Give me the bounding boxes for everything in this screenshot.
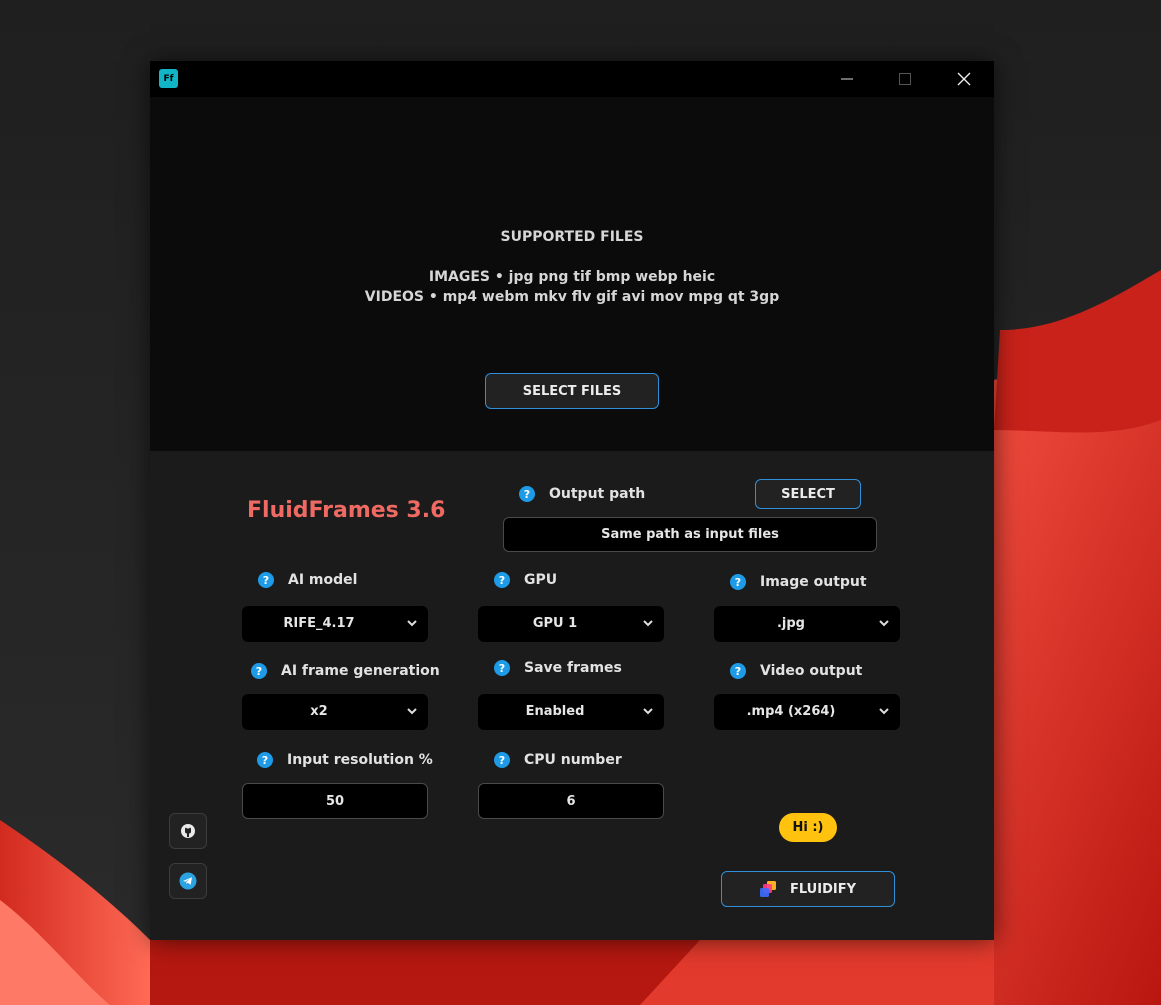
output-path-select-button[interactable]: SELECT xyxy=(755,479,861,509)
save-frames-value: Enabled xyxy=(525,704,585,719)
help-icon[interactable]: ? xyxy=(519,486,535,502)
github-icon xyxy=(181,824,195,838)
output-path-label: ? Output path xyxy=(519,486,645,502)
input-resolution-label-text: Input resolution % xyxy=(287,752,433,768)
title-bar: Ff xyxy=(150,61,994,97)
cpu-number-field[interactable]: 6 xyxy=(478,783,664,819)
telegram-button[interactable] xyxy=(169,863,207,899)
video-output-label: ? Video output xyxy=(730,663,862,679)
maximize-icon xyxy=(899,73,911,85)
gpu-label: ? GPU xyxy=(494,572,557,588)
chevron-down-icon xyxy=(879,708,889,715)
video-output-value: .mp4 (x264) xyxy=(746,704,836,719)
chevron-down-icon xyxy=(407,708,417,715)
ai-model-label: ? AI model xyxy=(258,572,357,588)
app-logo-text: Ff xyxy=(163,73,174,84)
gpu-value: GPU 1 xyxy=(532,616,578,631)
chevron-down-icon xyxy=(879,620,889,627)
input-resolution-label: ? Input resolution % xyxy=(257,752,433,768)
close-icon xyxy=(957,72,971,86)
help-icon[interactable]: ? xyxy=(730,663,746,679)
close-button[interactable] xyxy=(935,61,993,97)
help-icon[interactable]: ? xyxy=(730,574,746,590)
app-title: FluidFrames 3.6 xyxy=(247,498,446,523)
help-icon[interactable]: ? xyxy=(251,663,267,679)
fluidify-icon xyxy=(759,881,776,897)
ai-model-dropdown[interactable]: RIFE_4.17 xyxy=(242,606,428,642)
maximize-button[interactable] xyxy=(876,61,934,97)
image-output-label-text: Image output xyxy=(760,574,867,590)
chevron-down-icon xyxy=(407,620,417,627)
minimize-button[interactable] xyxy=(818,61,876,97)
help-icon[interactable]: ? xyxy=(258,572,274,588)
file-drop-zone[interactable]: SUPPORTED FILES IMAGES • jpg png tif bmp… xyxy=(150,97,994,451)
ai-frame-generation-dropdown[interactable]: x2 xyxy=(242,694,428,730)
save-frames-label-text: Save frames xyxy=(524,660,622,676)
video-output-dropdown[interactable]: .mp4 (x264) xyxy=(714,694,900,730)
supported-files-heading: SUPPORTED FILES xyxy=(500,229,644,245)
image-output-dropdown[interactable]: .jpg xyxy=(714,606,900,642)
input-resolution-field[interactable]: 50 xyxy=(242,783,428,819)
fluidify-label: FLUIDIFY xyxy=(789,881,856,897)
gpu-label-text: GPU xyxy=(524,572,558,588)
output-path-label-text: Output path xyxy=(549,486,646,502)
chevron-down-icon xyxy=(643,708,653,715)
ai-model-label-text: AI model xyxy=(288,572,358,588)
select-files-button[interactable]: SELECT FILES xyxy=(485,373,659,409)
video-output-label-text: Video output xyxy=(760,663,863,679)
gpu-dropdown[interactable]: GPU 1 xyxy=(478,606,664,642)
fluidify-button[interactable]: FLUIDIFY xyxy=(721,871,895,907)
cpu-number-label: ? CPU number xyxy=(494,752,622,768)
save-frames-dropdown[interactable]: Enabled xyxy=(478,694,664,730)
help-icon[interactable]: ? xyxy=(257,752,273,768)
app-logo-icon: Ff xyxy=(159,69,178,88)
github-button[interactable] xyxy=(169,813,207,849)
ai-frame-generation-label-text: AI frame generation xyxy=(281,663,440,679)
chevron-down-icon xyxy=(643,620,653,627)
help-icon[interactable]: ? xyxy=(494,660,510,676)
supported-images-text: IMAGES • jpg png tif bmp webp heic xyxy=(428,269,716,285)
output-path-field[interactable]: Same path as input files xyxy=(503,517,877,552)
app-window: Ff SUPPORTED FILES IMAGES • jpg png tif … xyxy=(150,61,994,940)
help-icon[interactable]: ? xyxy=(494,752,510,768)
minimize-icon xyxy=(841,78,853,80)
save-frames-label: ? Save frames xyxy=(494,660,622,676)
telegram-icon xyxy=(179,872,197,890)
help-icon[interactable]: ? xyxy=(494,572,510,588)
image-output-label: ? Image output xyxy=(730,574,867,590)
ai-frame-generation-value: x2 xyxy=(310,704,328,719)
cpu-number-label-text: CPU number xyxy=(524,752,622,768)
ai-model-value: RIFE_4.17 xyxy=(283,616,355,631)
ai-frame-generation-label: ? AI frame generation xyxy=(251,663,440,679)
image-output-value: .jpg xyxy=(776,616,805,631)
supported-videos-text: VIDEOS • mp4 webm mkv flv gif avi mov mp… xyxy=(364,289,780,305)
hi-badge: Hi :) xyxy=(779,813,837,842)
